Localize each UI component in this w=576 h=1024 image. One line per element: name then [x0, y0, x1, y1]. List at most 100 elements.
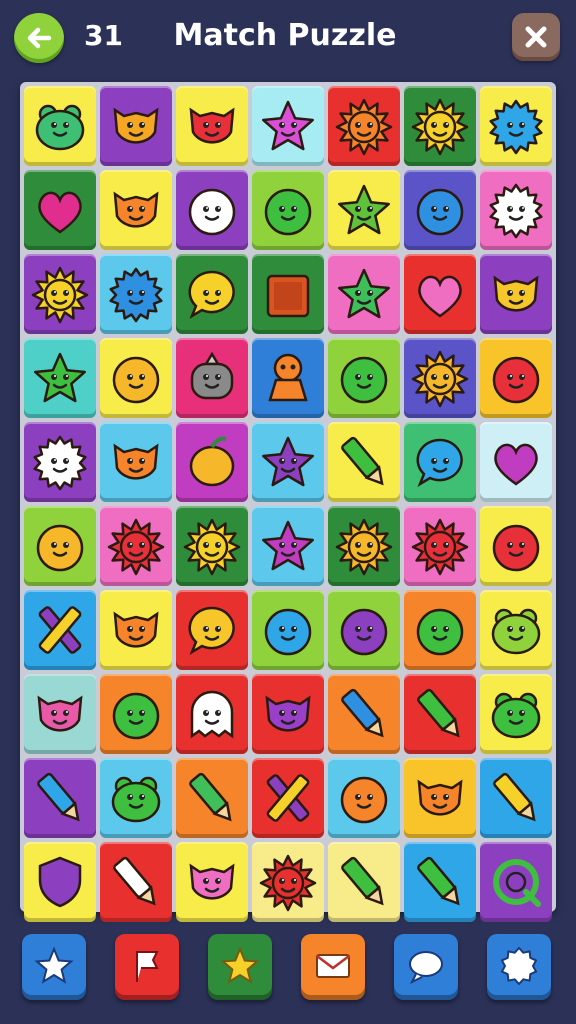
tile[interactable]: [404, 338, 476, 418]
tile[interactable]: [100, 842, 172, 922]
tile[interactable]: [252, 338, 324, 418]
tile[interactable]: [100, 422, 172, 502]
tile[interactable]: [404, 170, 476, 250]
tile[interactable]: [328, 86, 400, 166]
tile[interactable]: [24, 590, 96, 670]
sun-icon: [31, 266, 89, 324]
tile[interactable]: [100, 674, 172, 754]
pencil-icon: [341, 688, 384, 738]
powerup-button[interactable]: [487, 934, 551, 1000]
tile[interactable]: [252, 758, 324, 838]
tile[interactable]: [176, 338, 248, 418]
tile[interactable]: [252, 86, 324, 166]
tile[interactable]: [328, 170, 400, 250]
cat-icon: [113, 443, 159, 480]
tile[interactable]: [24, 422, 96, 502]
star-icon: [262, 100, 314, 151]
powerup-button[interactable]: [115, 934, 179, 1000]
blob-icon: [36, 524, 84, 572]
tile[interactable]: [24, 254, 96, 334]
tile[interactable]: [176, 674, 248, 754]
close-icon: [525, 26, 547, 48]
tile[interactable]: [24, 170, 96, 250]
tile[interactable]: [404, 86, 476, 166]
splat-icon: [489, 183, 543, 239]
tile[interactable]: [480, 590, 552, 670]
bubble-icon: [188, 270, 235, 319]
tile[interactable]: [252, 842, 324, 922]
arrow-left-icon: [27, 27, 52, 49]
close-button[interactable]: [512, 13, 560, 61]
tile[interactable]: [404, 674, 476, 754]
tile[interactable]: [252, 254, 324, 334]
tile[interactable]: [100, 338, 172, 418]
tile[interactable]: [328, 506, 400, 586]
tile[interactable]: [480, 422, 552, 502]
tile[interactable]: [404, 254, 476, 334]
frog-icon: [111, 776, 161, 823]
tile[interactable]: [328, 590, 400, 670]
frog-icon: [35, 104, 85, 151]
tile[interactable]: [176, 254, 248, 334]
tile[interactable]: [24, 338, 96, 418]
tile[interactable]: [176, 170, 248, 250]
tile[interactable]: [328, 422, 400, 502]
tile[interactable]: [24, 758, 96, 838]
sun-icon: [335, 98, 393, 156]
tile[interactable]: [404, 590, 476, 670]
sun-icon: [335, 518, 393, 576]
tile[interactable]: [328, 338, 400, 418]
powerup-button[interactable]: [301, 934, 365, 1000]
powerup-button[interactable]: [22, 934, 86, 1000]
tile[interactable]: [480, 506, 552, 586]
tile[interactable]: [480, 170, 552, 250]
tile[interactable]: [252, 422, 324, 502]
tile[interactable]: [176, 590, 248, 670]
tile[interactable]: [176, 758, 248, 838]
tile[interactable]: [328, 842, 400, 922]
tile[interactable]: [24, 842, 96, 922]
tile[interactable]: [480, 758, 552, 838]
tile[interactable]: [404, 422, 476, 502]
tile[interactable]: [252, 674, 324, 754]
tile[interactable]: [176, 842, 248, 922]
blob-icon: [340, 608, 388, 656]
tile[interactable]: [100, 86, 172, 166]
blob-icon: [492, 356, 540, 404]
powerup-button[interactable]: [394, 934, 458, 1000]
tile[interactable]: [176, 86, 248, 166]
tile[interactable]: [480, 674, 552, 754]
cat-icon: [265, 695, 311, 732]
tile[interactable]: [480, 254, 552, 334]
tile[interactable]: [404, 506, 476, 586]
tile[interactable]: [100, 590, 172, 670]
tile[interactable]: [100, 170, 172, 250]
tile[interactable]: [252, 170, 324, 250]
tile[interactable]: [176, 422, 248, 502]
tile[interactable]: [100, 758, 172, 838]
heart-icon: [38, 191, 82, 234]
tile[interactable]: [404, 758, 476, 838]
tile[interactable]: [100, 254, 172, 334]
tile[interactable]: [100, 506, 172, 586]
tile[interactable]: [176, 506, 248, 586]
tile[interactable]: [328, 674, 400, 754]
tile[interactable]: [252, 590, 324, 670]
tile[interactable]: [480, 338, 552, 418]
powerup-button[interactable]: [208, 934, 272, 1000]
rocket-icon: [416, 188, 464, 236]
tile[interactable]: [328, 254, 400, 334]
pencil-icon: [417, 688, 460, 738]
tile[interactable]: [328, 758, 400, 838]
tile[interactable]: [480, 86, 552, 166]
blob-icon: [112, 356, 160, 404]
tile[interactable]: [24, 506, 96, 586]
tile[interactable]: [480, 842, 552, 922]
tile[interactable]: [404, 842, 476, 922]
bubble-icon: [416, 438, 463, 487]
tile[interactable]: [24, 86, 96, 166]
page-title: Match Puzzle: [173, 18, 397, 53]
tile[interactable]: [24, 674, 96, 754]
tile[interactable]: [252, 506, 324, 586]
back-button[interactable]: [14, 13, 64, 63]
